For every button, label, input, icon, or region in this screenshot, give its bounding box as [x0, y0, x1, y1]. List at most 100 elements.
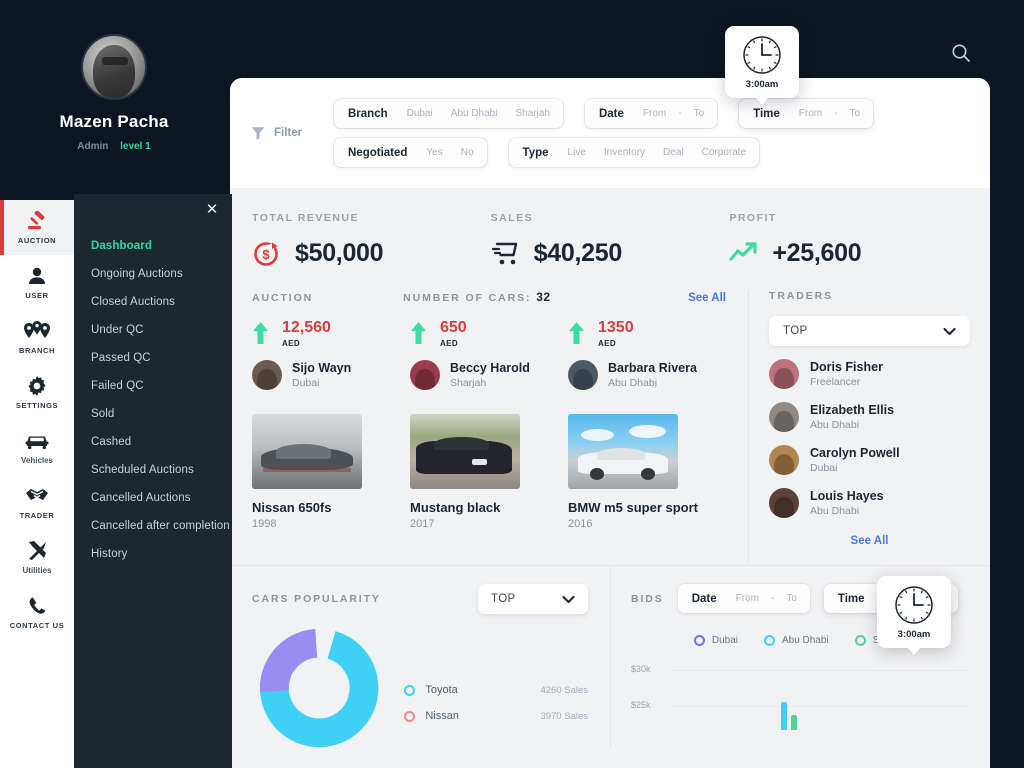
- trader-row[interactable]: Carolyn Powell Dubai: [769, 445, 970, 475]
- branch-option-sharjah[interactable]: Sharjah: [506, 108, 558, 119]
- submenu-item-under-qc[interactable]: Under QC: [74, 316, 232, 344]
- time-to-input[interactable]: To: [840, 108, 869, 119]
- date-to-input[interactable]: To: [685, 108, 714, 119]
- revenue-icon: $: [254, 242, 278, 266]
- submenu-item-cashed[interactable]: Cashed: [74, 428, 232, 456]
- submenu-item-sold[interactable]: Sold: [74, 400, 232, 428]
- date-filter[interactable]: Date From - To: [584, 99, 718, 128]
- close-icon[interactable]: ✕: [205, 202, 219, 217]
- type-option-deal[interactable]: Deal: [654, 147, 693, 158]
- filter-label: Filter: [250, 125, 320, 141]
- trader-name: Doris Fisher: [810, 360, 883, 374]
- sidebar-item-user[interactable]: USER: [0, 255, 74, 310]
- sidebar-item-trader[interactable]: TRADER: [0, 475, 74, 530]
- type-option-corporate[interactable]: Corporate: [693, 147, 755, 158]
- sidebar-item-vehicles[interactable]: Vehicles: [0, 420, 74, 475]
- profile-name: Mazen Pacha: [59, 112, 169, 131]
- svg-text:$: $: [262, 247, 270, 262]
- cars-popularity-legend: Toyota 4260 Sales Nissan 3970 Sales: [404, 628, 588, 748]
- date-from-input[interactable]: From: [634, 108, 675, 119]
- bids-date-from-input[interactable]: From: [727, 593, 768, 604]
- submenu-item-failed-qc[interactable]: Failed QC: [74, 372, 232, 400]
- trader-row[interactable]: Louis Hayes Abu Dhabi: [769, 488, 970, 518]
- clock-time-label: 3:00am: [897, 629, 931, 640]
- bar-abu-dhabi: [781, 702, 787, 730]
- trader-sub: Dubai: [810, 462, 838, 474]
- time-picker-popup[interactable]: 3:00am: [877, 576, 951, 655]
- type-filter[interactable]: Type Live Inventory Deal Corporate: [508, 138, 760, 167]
- submenu-item-scheduled-auctions[interactable]: Scheduled Auctions: [74, 456, 232, 484]
- branch-filter[interactable]: Branch Dubai Abu Dhabi Sharjah: [334, 99, 563, 128]
- trader-sub: Abu Dhabi: [810, 505, 860, 517]
- search-icon[interactable]: [950, 42, 972, 64]
- car-card[interactable]: Nissan 650fs 1998: [252, 414, 410, 530]
- branch-option-abu-dhabi[interactable]: Abu Dhabi: [442, 108, 507, 119]
- branch-option-dubai[interactable]: Dubai: [398, 108, 442, 119]
- cars-popularity-select[interactable]: TOP: [478, 584, 588, 614]
- submenu-item-cancelled-after-completion[interactable]: Cancelled after completion: [74, 512, 232, 540]
- negotiated-option-yes[interactable]: Yes: [417, 147, 451, 158]
- type-option-inventory[interactable]: Inventory: [595, 147, 654, 158]
- cars-popularity-title: CARS POPULARITY: [252, 593, 381, 605]
- bottom-section: CARS POPULARITY TOP Toyota 4260 Sales Ni…: [230, 565, 990, 748]
- sidebar-item-settings[interactable]: SETTINGS: [0, 365, 74, 420]
- profile-meta: Admin level 1: [0, 141, 228, 152]
- legend-ring-icon: [763, 635, 775, 646]
- legend-ring-icon: [404, 710, 416, 722]
- negotiated-option-no[interactable]: No: [452, 147, 483, 158]
- time-from-input[interactable]: From: [790, 108, 831, 119]
- bids-date-filter[interactable]: Date From - To: [677, 584, 810, 613]
- trader-name: Elizabeth Ellis: [810, 403, 895, 417]
- chevron-down-icon: [562, 595, 575, 603]
- type-option-live[interactable]: Live: [559, 147, 595, 158]
- kpi-profit-value: +25,600: [772, 238, 862, 267]
- auction-title: AUCTION: [252, 292, 314, 304]
- bid-item: 12,560 AED Sijo Wayn Dubai: [252, 320, 410, 390]
- bidder-avatar: [252, 360, 282, 390]
- cars-count-text: NUMBER OF CARS:: [403, 292, 532, 304]
- legend-item: Nissan 3970 Sales: [404, 710, 588, 722]
- traders-sort-select[interactable]: TOP: [769, 316, 970, 346]
- submenu-item-history[interactable]: History: [74, 540, 232, 568]
- cart-icon: [491, 242, 517, 265]
- car-name: Mustang black: [410, 500, 501, 515]
- trader-row[interactable]: Elizabeth Ellis Abu Dhabi: [769, 402, 970, 432]
- sidebar-item-contact-us[interactable]: CONTACT US: [0, 585, 74, 640]
- clock-icon: [743, 36, 781, 74]
- submenu-item-closed-auctions[interactable]: Closed Auctions: [74, 288, 232, 316]
- trend-up-icon: [729, 242, 757, 261]
- auction-see-all-link[interactable]: See All: [688, 292, 726, 304]
- car-card[interactable]: Mustang black 2017: [410, 414, 568, 530]
- trader-row[interactable]: Doris Fisher Freelancer: [769, 359, 970, 389]
- sidebar-item-auction[interactable]: AUCTION: [0, 200, 74, 255]
- time-filter-title: Time: [753, 107, 780, 120]
- submenu-item-cancelled-auctions[interactable]: Cancelled Auctions: [74, 484, 232, 512]
- sidebar-item-label: AUCTION: [17, 235, 57, 245]
- bids-chart: $30k $25k: [631, 660, 970, 730]
- arrow-up-icon: [253, 322, 268, 344]
- legend-label: Abu Dhabi: [781, 635, 829, 646]
- bids-date-to-input[interactable]: To: [777, 593, 806, 604]
- submenu-item-ongoing-auctions[interactable]: Ongoing Auctions: [74, 260, 232, 288]
- car-card[interactable]: BMW m5 super sport 2016: [568, 414, 726, 530]
- cars-popularity-chart: Toyota 4260 Sales Nissan 3970 Sales: [252, 628, 588, 748]
- mid-section: AUCTION NUMBER OF CARS: 32 See All 12,56…: [230, 290, 990, 565]
- sidebar-item-label: Vehicles: [20, 455, 54, 465]
- negotiated-filter[interactable]: Negotiated Yes No: [334, 138, 487, 167]
- clock-icon: [895, 586, 933, 624]
- submenu-item-passed-qc[interactable]: Passed QC: [74, 344, 232, 372]
- sidebar-item-branch[interactable]: BRANCH: [0, 310, 74, 365]
- trader-name: Carolyn Powell: [810, 446, 900, 460]
- kpi-row: TOTAL REVENUE $ $50,000 SALES $40,250 PR…: [230, 188, 990, 290]
- filter-label-text: Filter: [274, 127, 303, 139]
- car-icon: [25, 431, 49, 451]
- traders-see-all-link[interactable]: See All: [769, 535, 970, 547]
- submenu-list: Dashboard Ongoing Auctions Closed Auctio…: [74, 232, 232, 568]
- bidder-city: Dubai: [292, 377, 320, 389]
- bidder-name: Beccy Harold: [450, 361, 530, 375]
- sidebar-item-utilities[interactable]: Utilities: [0, 530, 74, 585]
- submenu-item-dashboard[interactable]: Dashboard: [74, 232, 232, 260]
- profile-block: Mazen Pacha Admin level 1: [0, 34, 228, 152]
- legend-ring-icon: [693, 635, 705, 646]
- time-picker-popup[interactable]: 3:00am: [725, 26, 799, 105]
